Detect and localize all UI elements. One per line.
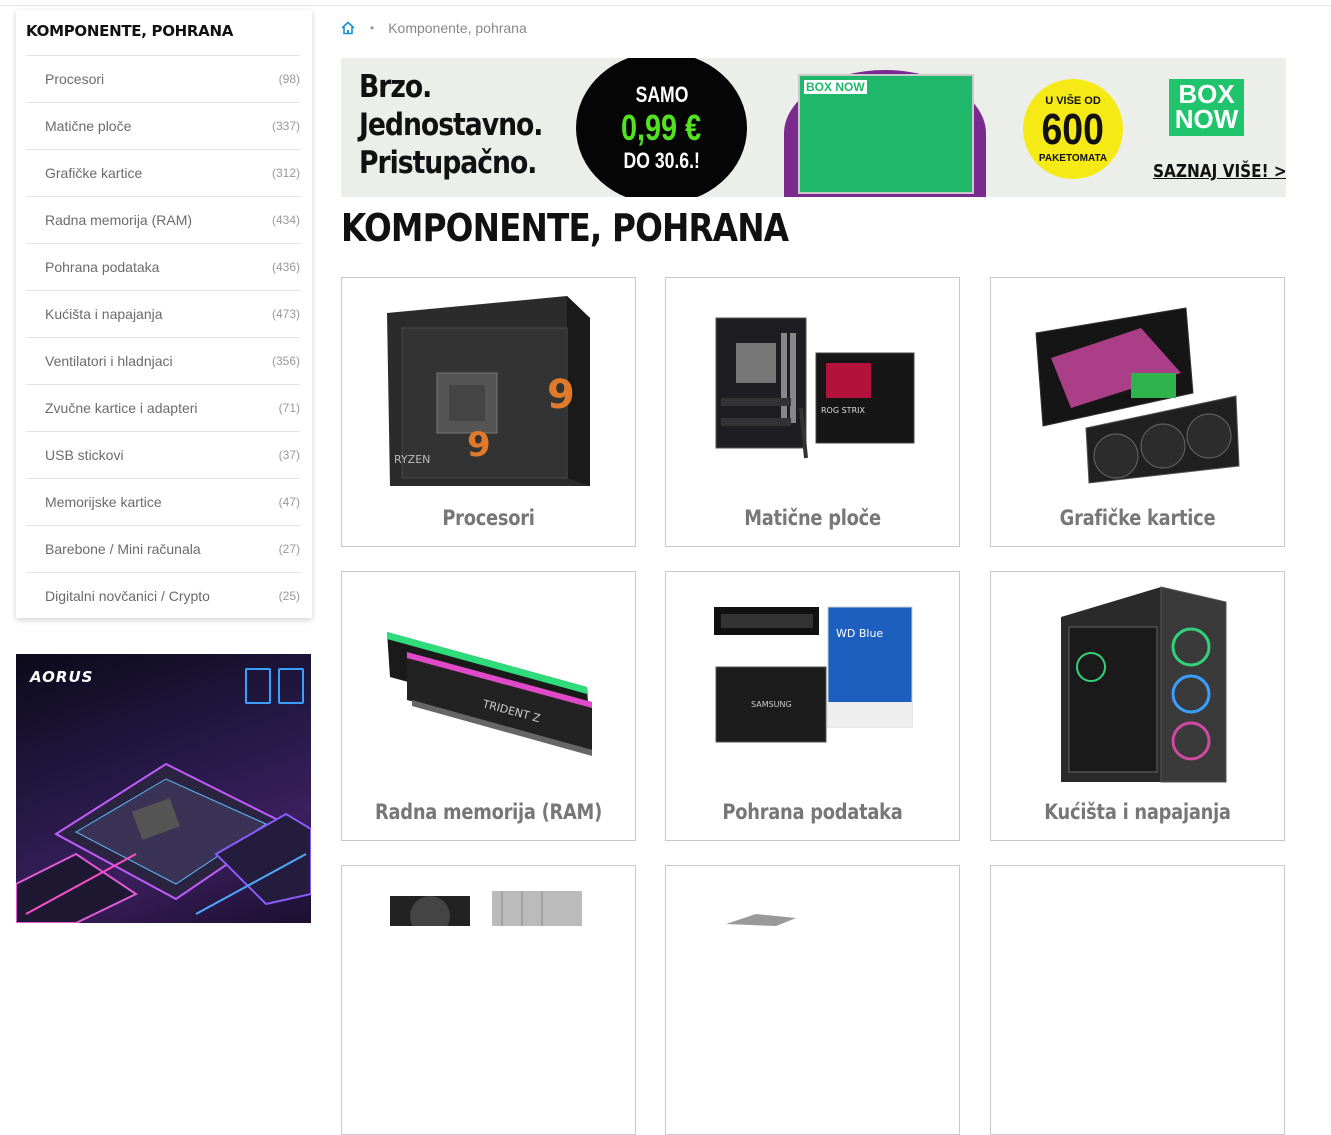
sidebar-item-kucista[interactable]: Kućišta i napajanja (473) <box>26 290 300 337</box>
svg-text:9: 9 <box>547 372 575 418</box>
price-badge: SAMO 0,99 € DO 30.6.! <box>576 58 747 197</box>
sidebar-item-count: (312) <box>271 166 300 180</box>
home-icon[interactable] <box>340 20 356 36</box>
slogan-line: Jednostavno. <box>359 107 543 143</box>
sidebar-item-graficke-kartice[interactable]: Grafičke kartice (312) <box>26 149 300 196</box>
storage-drives-image: SAMSUNG WD Blue <box>714 606 913 743</box>
price-top: SAMO <box>635 82 688 107</box>
sidebar-item-count: (25) <box>278 589 300 603</box>
boxnow-logo: BOX NOW <box>1169 79 1244 136</box>
sidebar-item-radna-memorija[interactable]: Radna memorija (RAM) (434) <box>26 196 300 243</box>
breadcrumb-separator: • <box>370 21 375 35</box>
sidebar-item-pohrana-podataka[interactable]: Pohrana podataka (436) <box>26 243 300 290</box>
locker-logo: BOX NOW <box>804 80 867 94</box>
sidebar-item-count: (37) <box>278 448 300 462</box>
sidebar-item-maticne-ploce[interactable]: Matične ploče (337) <box>26 102 300 149</box>
page-title: KOMPONENTE, POHRANA <box>341 206 789 250</box>
category-card-ventilatori[interactable] <box>341 865 636 1135</box>
sidebar-item-label: Grafičke kartice <box>45 165 143 181</box>
sidebar-item-memorijske-kartice[interactable]: Memorijske kartice (47) <box>26 478 300 525</box>
sidebar-title: KOMPONENTE, POHRANA <box>26 22 234 40</box>
aorus-logo: AORUS <box>30 668 94 686</box>
banner-slogan: Brzo. Jednostavno. Pristupačno. <box>359 68 543 182</box>
category-card-radna-memorija[interactable]: TRIDENT Z Radna memorija (RAM) <box>341 571 636 841</box>
sidebar-item-count: (434) <box>271 213 300 227</box>
sidebar-item-label: USB stickovi <box>45 447 124 463</box>
category-sidebar: KOMPONENTE, POHRANA Procesori (98) Matičn… <box>16 10 312 618</box>
sidebar-item-label: Zvučne kartice i adapteri <box>45 400 198 416</box>
sidebar-item-count: (71) <box>278 401 300 415</box>
svg-text:RYZEN: RYZEN <box>394 453 430 466</box>
category-card-title: Radna memorija (RAM) <box>375 800 602 824</box>
price-date: DO 30.6.! <box>623 148 700 173</box>
sidebar-item-count: (98) <box>278 72 300 86</box>
sidebar-item-count: (436) <box>271 260 300 274</box>
category-card-zvucne-kartice[interactable] <box>665 865 960 1135</box>
category-card-pohrana-podataka[interactable]: SAMSUNG WD Blue Pohrana podataka <box>665 571 960 841</box>
sidebar-item-zvucne-kartice[interactable]: Zvučne kartice i adapteri (71) <box>26 384 300 431</box>
top-divider <box>0 5 1331 6</box>
sidebar-item-label: Procesori <box>45 71 105 87</box>
aorus-promo-banner[interactable]: AORUS <box>16 654 311 923</box>
graphics-card-image <box>1035 307 1240 484</box>
badge-number: 600 <box>1041 104 1105 154</box>
sidebar-item-count: (337) <box>271 119 300 133</box>
intel-badge-icon <box>245 668 271 704</box>
category-card-title: Procesori <box>442 506 535 530</box>
category-card-kucista[interactable]: Kućišta i napajanja <box>990 571 1285 841</box>
sidebar-item-label: Radna memorija (RAM) <box>45 212 193 228</box>
sidebar-item-barebone[interactable]: Barebone / Mini računala (27) <box>26 525 300 572</box>
sidebar-item-count: (356) <box>271 354 300 368</box>
sidebar-item-label: Ventilatori i hladnjaci <box>45 353 173 369</box>
category-card-title: Grafičke kartice <box>1059 506 1216 530</box>
svg-text:ROG STRIX: ROG STRIX <box>821 406 865 415</box>
sidebar-item-procesori[interactable]: Procesori (98) <box>26 55 300 102</box>
category-card-usb-stickovi[interactable] <box>990 865 1285 1135</box>
sidebar-item-label: Barebone / Mini računala <box>45 541 201 557</box>
ram-modules-image: TRIDENT Z <box>387 632 592 756</box>
parcel-locker-image: BOX NOW <box>784 70 986 197</box>
cpu-box-image: 9 9 RYZEN <box>387 296 590 486</box>
sidebar-item-count: (473) <box>271 307 300 321</box>
cpu-cooler-image <box>390 891 582 926</box>
pc-case-image <box>1061 586 1227 783</box>
category-card-procesori[interactable]: 9 9 RYZEN Procesori <box>341 277 636 547</box>
boxnow-banner[interactable]: Brzo. Jednostavno. Pristupačno. SAMO 0,9… <box>341 58 1286 197</box>
sound-card-image <box>726 914 796 926</box>
svg-text:SAMSUNG: SAMSUNG <box>751 700 792 709</box>
svg-text:WD Blue: WD Blue <box>836 627 883 640</box>
sidebar-item-count: (47) <box>278 495 300 509</box>
sidebar-item-label: Pohrana podataka <box>45 259 160 275</box>
price-value: 0,99 € <box>621 107 702 148</box>
sidebar-item-crypto[interactable]: Digitalni novčanici / Crypto (25) <box>26 572 300 619</box>
sidebar-item-label: Kućišta i napajanja <box>45 306 163 322</box>
sidebar-item-label: Matične ploče <box>45 118 132 134</box>
sidebar-item-count: (27) <box>278 542 300 556</box>
breadcrumb: • Komponente, pohrana <box>340 20 527 36</box>
slogan-line: Brzo. <box>359 69 432 105</box>
category-card-title: Pohrana podataka <box>722 800 903 824</box>
locker-body: BOX NOW <box>798 74 974 194</box>
learn-more-link[interactable]: SAZNAJ VIŠE! > <box>1153 161 1286 182</box>
sidebar-list: Procesori (98) Matične ploče (337) Grafičk… <box>26 55 300 619</box>
sidebar-item-label: Digitalni novčanici / Crypto <box>45 588 210 604</box>
motherboard-image: ROG STRIX <box>715 317 915 459</box>
sidebar-item-label: Memorijske kartice <box>45 494 162 510</box>
breadcrumb-current: Komponente, pohrana <box>388 20 527 36</box>
category-card-title: Matične ploče <box>744 506 881 530</box>
sidebar-item-ventilatori[interactable]: Ventilatori i hladnjaci (356) <box>26 337 300 384</box>
category-card-graficke-kartice[interactable]: Grafičke kartice <box>990 277 1285 547</box>
sidebar-item-usb-stickovi[interactable]: USB stickovi (37) <box>26 431 300 478</box>
intel-badge-icon <box>278 668 304 704</box>
slogan-line: Pristupačno. <box>359 145 537 181</box>
category-card-title: Kućišta i napajanja <box>1044 800 1231 824</box>
svg-text:9: 9 <box>467 425 491 465</box>
locker-count-badge: U VIŠE OD 600 PAKETOMATA <box>1023 79 1123 179</box>
badge-bottom: PAKETOMATA <box>1038 152 1108 164</box>
category-card-maticne-ploce[interactable]: ROG STRIX Matične ploče <box>665 277 960 547</box>
